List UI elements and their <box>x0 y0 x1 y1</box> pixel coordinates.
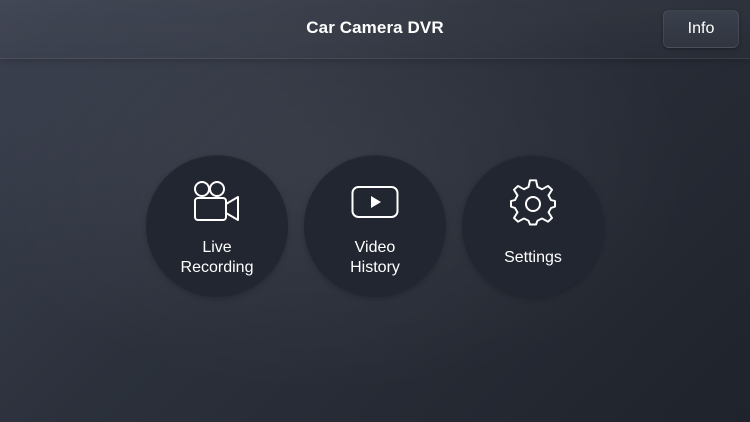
live-recording-label-line2: Recording <box>180 259 254 276</box>
settings-label: Settings <box>504 249 562 266</box>
settings-button[interactable]: Settings <box>462 155 604 297</box>
video-camera-icon <box>146 181 288 223</box>
live-recording-label-line1: Live <box>202 239 232 256</box>
video-history-label-line2: History <box>350 259 400 276</box>
video-history-label-line1: Video <box>354 239 396 256</box>
video-history-label: Video History <box>304 238 446 278</box>
live-recording-label: Live Recording <box>146 238 288 278</box>
info-button[interactable]: Info <box>663 10 739 48</box>
page-title: Car Camera DVR <box>306 18 444 37</box>
top-bar: Car Camera DVR Info <box>0 0 750 59</box>
gear-icon <box>462 179 604 229</box>
video-history-button[interactable]: Video History <box>304 155 446 297</box>
play-video-icon <box>304 185 446 219</box>
live-recording-button[interactable]: Live Recording <box>146 155 288 297</box>
